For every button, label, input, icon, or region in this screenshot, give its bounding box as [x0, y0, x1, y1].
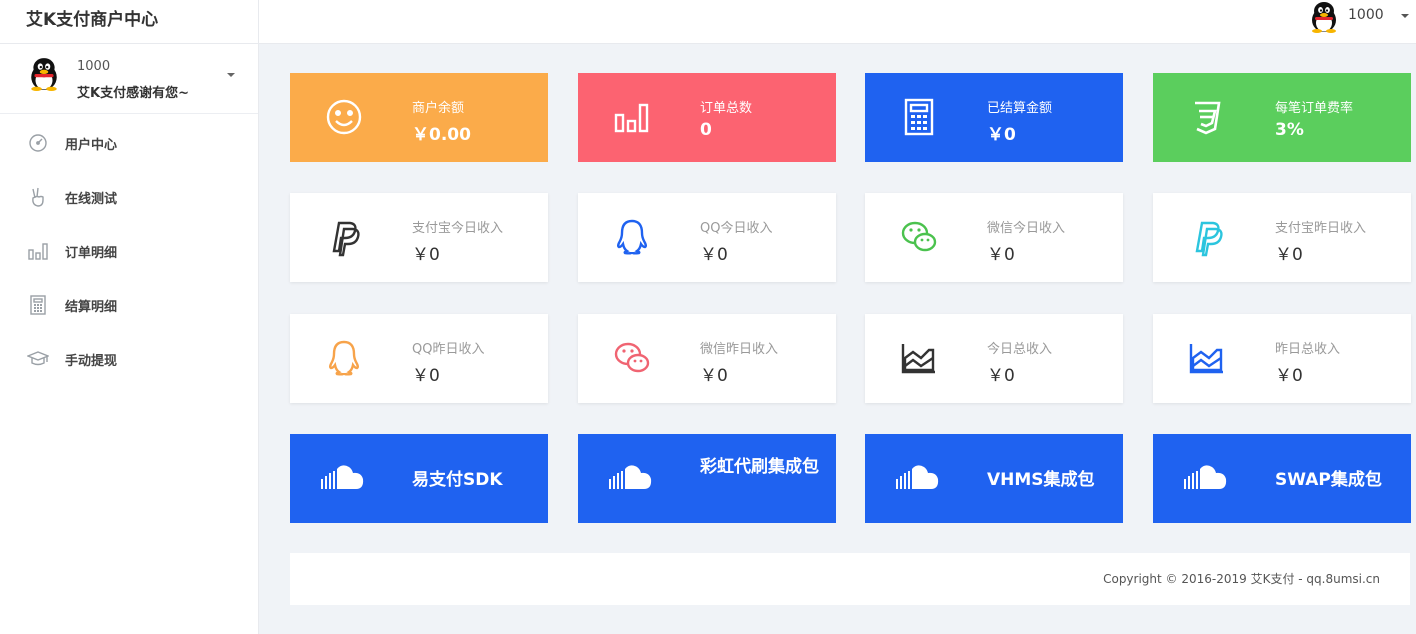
income-label: QQ今日收入: [700, 221, 773, 236]
income-value: ￥0: [700, 366, 728, 386]
paypal-icon: [332, 221, 360, 257]
income-label: 微信昨日收入: [700, 342, 779, 357]
top-username: 1000: [1348, 7, 1384, 23]
css3-icon: [1195, 101, 1221, 135]
hand-peace-icon: [32, 187, 44, 207]
sidebar-item-label: 手动提现: [65, 354, 118, 369]
calculator-icon: [30, 295, 46, 315]
download-card-vhms-package[interactable]: VHMS集成包: [865, 434, 1123, 523]
stat-value: ￥0.00: [412, 125, 471, 145]
top-user-menu[interactable]: 1000: [1306, 0, 1416, 34]
stat-card-settled-amount: 已结算金额 ￥0: [865, 73, 1123, 162]
income-value: ￥0: [412, 245, 440, 265]
graduation-cap-icon: [27, 351, 49, 366]
stat-value: 3%: [1275, 120, 1304, 140]
sidebar-item-label: 结算明细: [65, 300, 118, 315]
download-card-rainbow-package[interactable]: 彩虹代刷集成包: [578, 434, 836, 523]
income-value: ￥0: [987, 366, 1015, 386]
top-bar: 艾K支付商户中心 1000: [0, 0, 1416, 44]
sidebar-item-settlement-detail[interactable]: 结算明细: [0, 294, 258, 348]
soundcloud-icon: [609, 465, 652, 489]
calculator-icon: [904, 98, 934, 136]
chevron-down-icon[interactable]: [227, 73, 235, 77]
profile-greeting: 艾K支付感谢有您~: [77, 86, 189, 101]
download-label: 易支付SDK: [412, 470, 503, 490]
soundcloud-icon: [896, 465, 939, 489]
sidebar-item-online-test[interactable]: 在线测试: [0, 186, 258, 240]
brand[interactable]: 艾K支付商户中心: [0, 0, 259, 44]
income-value: ￥0: [987, 245, 1015, 265]
wechat-icon: [614, 342, 650, 373]
download-label: VHMS集成包: [987, 470, 1095, 490]
sidebar-item-manual-withdraw[interactable]: 手动提现: [0, 348, 258, 402]
stat-card-balance: 商户余额 ￥0.00: [290, 73, 548, 162]
sidebar-profile[interactable]: 1000 艾K支付感谢有您~: [0, 44, 258, 114]
stat-value: 0: [700, 120, 712, 140]
download-card-epay-sdk[interactable]: 易支付SDK: [290, 434, 548, 523]
income-card-total-yesterday: 昨日总收入 ￥0: [1153, 314, 1411, 403]
download-card-swap-package[interactable]: SWAP集成包: [1153, 434, 1411, 523]
stat-label: 商户余额: [412, 101, 465, 116]
qq-icon: [617, 219, 647, 255]
app-title: 艾K支付商户中心: [26, 10, 159, 30]
qq-penguin-avatar: [1312, 2, 1336, 33]
stat-label: 订单总数: [700, 101, 753, 116]
stat-label: 每笔订单费率: [1275, 101, 1354, 116]
sidebar-item-label: 用户中心: [65, 138, 118, 153]
bar-chart-icon: [614, 103, 649, 133]
wechat-icon: [901, 221, 937, 252]
income-card-qq-today: QQ今日收入 ￥0: [578, 193, 836, 282]
income-label: QQ昨日收入: [412, 342, 485, 357]
income-value: ￥0: [1275, 366, 1303, 386]
income-value: ￥0: [412, 366, 440, 386]
sidebar: 1000 艾K支付感谢有您~ 用户中心 在线测试 订单明细 结算明细 手动提现: [0, 44, 259, 634]
stat-card-fee-rate: 每笔订单费率 3%: [1153, 73, 1411, 162]
smile-icon: [326, 99, 362, 135]
qq-penguin-avatar: [31, 58, 57, 91]
sidebar-item-label: 在线测试: [65, 192, 118, 207]
income-card-alipay-today: 支付宝今日收入 ￥0: [290, 193, 548, 282]
stat-label: 已结算金额: [987, 101, 1053, 116]
income-card-alipay-yesterday: 支付宝昨日收入 ￥0: [1153, 193, 1411, 282]
sidebar-item-user-center[interactable]: 用户中心: [0, 132, 258, 186]
copyright-text: Copyright © 2016-2019 艾K支付 - qq.8umsi.cn: [1103, 572, 1380, 586]
sidebar-item-order-detail[interactable]: 订单明细: [0, 240, 258, 294]
paypal-icon: [1195, 221, 1223, 257]
sidebar-menu: 用户中心 在线测试 订单明细 结算明细 手动提现: [0, 114, 258, 402]
soundcloud-icon: [1184, 465, 1227, 489]
dashboard-icon: [29, 134, 47, 152]
area-chart-icon: [1189, 344, 1223, 374]
income-card-wechat-yesterday: 微信昨日收入 ￥0: [578, 314, 836, 403]
footer: Copyright © 2016-2019 艾K支付 - qq.8umsi.cn: [290, 553, 1410, 605]
income-label: 微信今日收入: [987, 221, 1066, 236]
income-label: 支付宝今日收入: [412, 221, 504, 236]
income-card-qq-yesterday: QQ昨日收入 ￥0: [290, 314, 548, 403]
profile-uid: 1000: [77, 59, 111, 74]
income-value: ￥0: [1275, 245, 1303, 265]
income-card-total-today: 今日总收入 ￥0: [865, 314, 1123, 403]
sidebar-item-label: 订单明细: [65, 246, 118, 261]
download-label: SWAP集成包: [1275, 470, 1382, 490]
income-label: 昨日总收入: [1275, 342, 1341, 357]
income-label: 今日总收入: [987, 342, 1053, 357]
stat-card-order-total: 订单总数 0: [578, 73, 836, 162]
income-card-wechat-today: 微信今日收入 ￥0: [865, 193, 1123, 282]
bar-chart-icon: [28, 243, 48, 260]
stat-value: ￥0: [987, 125, 1016, 145]
download-label: 彩虹代刷集成包: [700, 457, 819, 477]
qq-icon: [329, 340, 359, 376]
area-chart-icon: [901, 344, 935, 374]
income-value: ￥0: [700, 245, 728, 265]
chevron-down-icon: [1401, 14, 1409, 18]
soundcloud-icon: [321, 465, 364, 489]
income-label: 支付宝昨日收入: [1275, 221, 1367, 236]
